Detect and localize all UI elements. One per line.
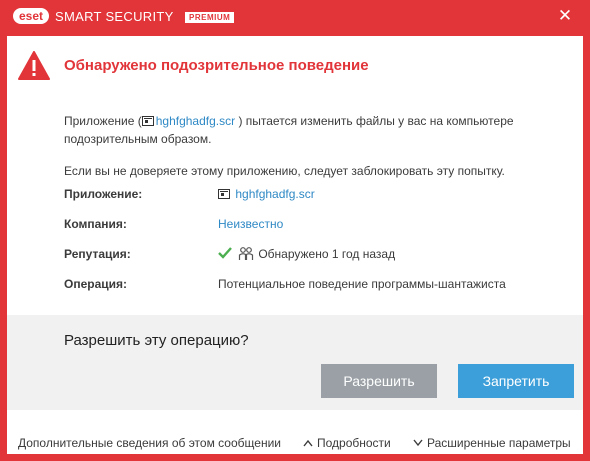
product-name: SMART SECURITY <box>55 9 174 24</box>
chevron-up-icon <box>303 439 313 447</box>
more-info-link[interactable]: Дополнительные сведения об этом сообщени… <box>18 436 281 450</box>
reputation-value: Обнаружено 1 год назад <box>218 247 395 261</box>
company-label: Компания: <box>64 217 127 231</box>
warning-icon <box>18 51 50 80</box>
alert-heading: Обнаружено подозрительное поведение <box>64 57 369 74</box>
close-icon[interactable]: ✕ <box>555 6 575 26</box>
reputation-text: Обнаружено 1 год назад <box>258 247 396 261</box>
eset-logo: eset <box>13 8 49 24</box>
check-icon <box>218 247 232 259</box>
operation-value: Потенциальное поведение программы-шантаж… <box>218 277 506 291</box>
application-icon <box>141 116 154 126</box>
operation-label: Операция: <box>64 277 128 291</box>
footer-bar: Дополнительные сведения об этом сообщени… <box>7 410 583 454</box>
application-value: hghfghadfg.scr <box>218 187 315 201</box>
chevron-down-icon <box>413 439 423 447</box>
advanced-options-toggle[interactable]: Расширенные параметры <box>413 436 571 450</box>
detail-row-operation: Операция: Потенциальное поведение програ… <box>64 277 554 295</box>
message-app-link[interactable]: hghfghadfg.scr <box>156 114 235 128</box>
message-text-before: Приложение ( <box>64 114 142 128</box>
advanced-label: Расширенные параметры <box>427 436 571 450</box>
allow-button[interactable]: Разрешить <box>321 364 437 398</box>
company-link[interactable]: Неизвестно <box>218 217 283 231</box>
reputation-label: Репутация: <box>64 247 131 261</box>
deny-button[interactable]: Запретить <box>458 364 574 398</box>
prompt-panel: Разрешить эту операцию? Разрешить Запрет… <box>7 315 583 410</box>
detail-row-application: Приложение: hghfghadfg.scr <box>64 187 554 205</box>
detail-row-company: Компания: Неизвестно <box>64 217 554 235</box>
application-icon <box>218 189 230 199</box>
detail-row-reputation: Репутация: Обнаружено 1 год назад <box>64 247 554 265</box>
details-toggle[interactable]: Подробности <box>303 436 391 450</box>
application-label: Приложение: <box>64 187 143 201</box>
users-icon <box>239 247 254 260</box>
message-paragraph: Приложение (hghfghadfg.scr ) пытается из… <box>64 112 534 148</box>
details-label: Подробности <box>317 436 391 450</box>
title-bar: eset SMART SECURITY PREMIUM ✕ <box>7 0 583 36</box>
advice-paragraph: Если вы не доверяете этому приложению, с… <box>64 164 505 178</box>
application-link[interactable]: hghfghadfg.scr <box>235 187 314 201</box>
prompt-question: Разрешить эту операцию? <box>64 332 249 349</box>
alert-window: eset SMART SECURITY PREMIUM ✕ Обнаружено… <box>0 0 590 461</box>
edition-badge: PREMIUM <box>185 12 235 23</box>
